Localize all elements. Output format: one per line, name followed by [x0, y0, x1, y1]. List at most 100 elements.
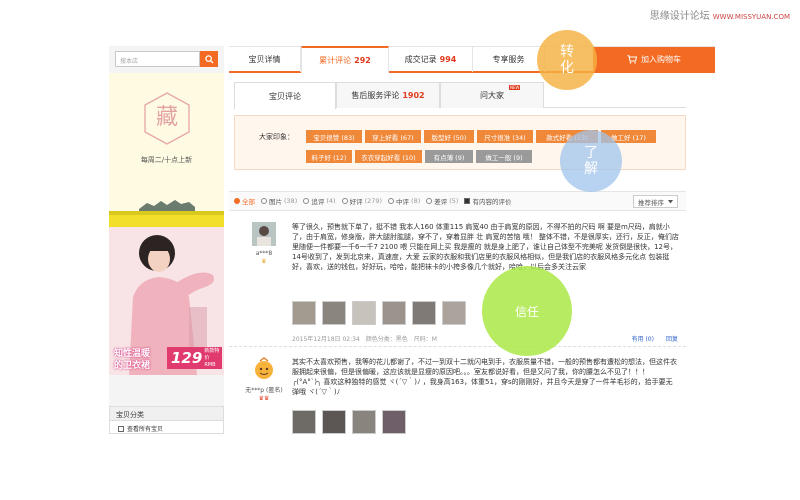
tab-item-details[interactable]: 宝贝详情 [229, 47, 301, 72]
reviewer-info: 无***p (匿名) ♛♛ [244, 357, 284, 402]
shop-search: 搜本店 [115, 51, 218, 67]
review-text: 其实不太喜欢预售，我等的花儿都谢了，不过一到双十二就闪电到手，衣服质量不错，一般… [292, 358, 677, 396]
reviewer-name[interactable]: 无***p (匿名) [244, 385, 284, 394]
overlay-conversion-label: 转化 [560, 44, 574, 76]
filter-positive[interactable]: 好评 (279) [341, 196, 383, 206]
add-to-cart-button[interactable]: 加入购物车 [593, 47, 715, 72]
radio-icon [426, 198, 433, 204]
filter-images[interactable]: 图片 (38) [261, 196, 297, 206]
expand-box-icon [118, 425, 124, 432]
review-photo[interactable] [292, 410, 316, 434]
impression-label: 大家印象： [259, 133, 294, 141]
tab-transactions[interactable]: 成交记录 994 [389, 47, 473, 72]
filter-count: (38) [284, 197, 298, 205]
useful-button[interactable]: 有用 (0) [632, 334, 654, 343]
shop-sidebar: 搜本店 藏 每周二/十点上新 知性温暖 的卫衣裙 129 新款特价 RMB 宝贝… [109, 46, 224, 434]
promo-price-currency: RMB [204, 361, 216, 368]
promo-price-tag: 129 新款特价 RMB [167, 347, 222, 369]
review-photo[interactable] [322, 301, 346, 325]
review-photos [292, 301, 466, 325]
review-text: 等了很久，预售就下单了，挺不错 我本人160 体重115 肩宽40 由于肩宽的原… [292, 223, 679, 271]
review-filter-bar: 全部 图片 (38) 追评 (4) 好评 (279) 中评 (8) 差评 (5) 有内容的… [229, 191, 686, 211]
impression-tag-negative[interactable]: 做工一般 (9) [476, 150, 532, 163]
review-photo[interactable] [412, 301, 436, 325]
category-all-items-label: 查看所有宝贝 [127, 426, 164, 433]
filter-count: (5) [449, 197, 459, 205]
review-size: 尺码：M [413, 336, 437, 343]
overlay-conversion-circle: 转化 [537, 30, 597, 90]
category-all-items[interactable]: 查看所有宝贝 [110, 421, 223, 433]
radio-icon [303, 198, 310, 204]
crown-badge-icon: ♛ [261, 258, 267, 265]
filter-label: 追评 [311, 198, 325, 206]
shop-search-button[interactable] [200, 51, 218, 67]
sort-label: 推荐排序 [638, 198, 664, 207]
subtab-label: 问大家 [480, 91, 504, 100]
promo-price-tag-label: 新款特价 [204, 347, 220, 361]
filter-label: 中评 [396, 198, 410, 206]
watermark-url: WWW.MISSYUAN.COM [712, 13, 790, 21]
filter-neutral[interactable]: 中评 (8) [388, 196, 420, 206]
review-photo[interactable] [292, 301, 316, 325]
filter-all[interactable]: 全部 [234, 196, 255, 206]
review-subtabs: 宝贝评论 售后服务评论 1902 问大家 NEW [234, 82, 686, 109]
review-photo[interactable] [382, 301, 406, 325]
impression-tag[interactable]: 穿上好看 (67) [365, 130, 421, 143]
subtab-service-reviews[interactable]: 售后服务评论 1902 [336, 82, 440, 108]
impression-tag[interactable]: 料子好 (12) [306, 150, 352, 163]
review-actions: 有用 (0) 回复 [632, 334, 678, 343]
tab-label: 宝贝详情 [248, 55, 281, 64]
review-photo[interactable] [442, 301, 466, 325]
impression-tag[interactable]: 版型好 (50) [424, 130, 474, 143]
impression-tag[interactable]: 尺寸很准 (34) [477, 130, 533, 143]
tab-count: 994 [439, 55, 457, 64]
reviewer-info: a***8 ♛ [244, 222, 284, 265]
tab-label: 成交记录 [404, 55, 437, 64]
filter-count: (279) [364, 197, 383, 205]
review-color: 颜色分类：黑色 [365, 336, 408, 343]
filter-label: 有内容的评价 [472, 198, 512, 206]
reply-button[interactable]: 回复 [666, 334, 678, 343]
filter-followup[interactable]: 追评 (4) [303, 196, 336, 206]
review-photo[interactable] [322, 410, 346, 434]
subtab-label: 售后服务评论 [351, 91, 400, 100]
chevron-down-icon [668, 199, 673, 203]
radio-icon [388, 198, 395, 204]
avatar[interactable] [252, 222, 276, 246]
subtab-count: 1902 [402, 91, 425, 100]
review-photo[interactable] [352, 301, 376, 325]
subtab-product-reviews[interactable]: 宝贝评论 [234, 82, 336, 109]
review-photos [292, 410, 406, 434]
subtab-label: 宝贝评论 [269, 91, 301, 101]
tab-reviews[interactable]: 累计评论 292 [301, 46, 389, 73]
promo-price: 129 [171, 349, 203, 367]
filter-with-content-checkbox[interactable]: 有内容的评价 [464, 196, 511, 206]
subtab-ask-everyone[interactable]: 问大家 NEW [440, 82, 544, 108]
sort-dropdown[interactable]: 推荐排序 [633, 195, 678, 208]
impression-tag[interactable]: 宝贝很赞 (83) [306, 130, 362, 143]
review-photo[interactable] [352, 410, 376, 434]
promo-price-unit: 新款特价 RMB [204, 348, 222, 369]
tab-label: 累计评论 [319, 56, 352, 65]
overlay-trust-circle: 信任 [482, 266, 572, 356]
tab-exclusive-service[interactable]: 专享服务 [473, 47, 545, 72]
review-item: a***8 ♛ 等了很久，预售就下单了，挺不错 我本人160 体重115 肩宽4… [229, 217, 686, 347]
site-watermark: 思缘设计论坛 WWW.MISSYUAN.COM [650, 7, 790, 22]
shop-logo-char: 藏 [155, 105, 178, 130]
checkbox-checked-icon [464, 198, 471, 204]
shop-search-input[interactable]: 搜本店 [115, 51, 200, 67]
category-title: 宝贝分类 [110, 407, 223, 421]
filter-count: (4) [326, 197, 336, 205]
avatar[interactable] [252, 357, 276, 381]
reviewer-name[interactable]: a***8 [244, 250, 284, 257]
shop-brand-card[interactable]: 藏 每周二/十点上新 [109, 73, 224, 239]
promo-banner[interactable]: 知性温暖 的卫衣裙 129 新款特价 RMB [109, 227, 224, 375]
impression-tag[interactable]: 衣衣穿起好看 (10) [355, 150, 422, 163]
search-icon [204, 54, 214, 64]
add-to-cart-label: 加入购物车 [641, 55, 681, 64]
shop-slogan: 每周二/十点上新 [140, 156, 193, 164]
impression-tag-negative[interactable]: 有点薄 (9) [425, 150, 473, 163]
review-photo[interactable] [382, 410, 406, 434]
filter-label: 好评 [349, 198, 363, 206]
filter-negative[interactable]: 差评 (5) [426, 196, 458, 206]
